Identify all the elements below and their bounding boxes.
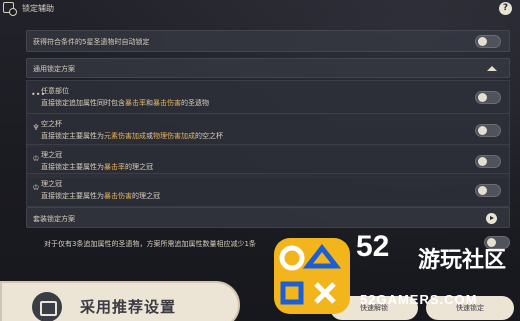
set-scheme-title: 套装锁定方案 — [33, 215, 75, 223]
scheme-toggle[interactable] — [475, 155, 501, 168]
scheme-toggle[interactable] — [475, 184, 501, 197]
watermark-site: 52GAMERS.COM — [360, 292, 478, 307]
circlet-icon: ♔ — [32, 183, 40, 192]
watermark-number: 52 — [356, 230, 390, 263]
header-bar: 锁定辅助 ? — [0, 0, 520, 16]
help-button[interactable]: ? — [499, 2, 512, 15]
watermark-brand: 游玩社区 — [418, 248, 507, 273]
scheme-title: 理之冠 — [41, 151, 62, 159]
dots-icon: ••• — [31, 90, 46, 99]
scheme-desc: 直接锁定主要属性为暴击伤害的理之冠 — [41, 192, 160, 200]
arrow-right-icon[interactable] — [486, 213, 497, 224]
scheme-desc: 直接锁定主要属性为元素伤害加成或物理伤害加成的空之杯 — [41, 132, 223, 140]
goblet-icon: ♆ — [32, 123, 40, 132]
toggle-knob — [478, 93, 487, 102]
auto-lock-row[interactable]: 获得符合条件的5星圣遗物时自动锁定 — [26, 30, 510, 52]
scheme-title: 空之杯 — [41, 120, 62, 128]
settings-icon — [32, 292, 62, 321]
scheme-toggle[interactable] — [475, 91, 501, 104]
toggle-knob — [478, 186, 487, 195]
watermark: 52 游玩社区 52GAMERS.COM — [270, 230, 520, 321]
scheme-row-any: ••• 任意部位 直接锁定追加属性同时包含暴击率和暴击伤害的圣遗物 — [26, 80, 510, 114]
scheme-title: 任意部位 — [41, 87, 69, 95]
auto-lock-label: 获得符合条件的5星圣遗物时自动锁定 — [33, 38, 150, 46]
general-scheme-header[interactable]: 通用锁定方案 — [26, 58, 510, 78]
note-text: 对于仅有3条追加属性的圣遗物，方案所需追加属性数量相应减少1条 — [44, 240, 256, 248]
page-title: 锁定辅助 — [22, 4, 54, 13]
recommend-settings-label: 采用推荐设置 — [80, 298, 177, 316]
scheme-title: 理之冠 — [41, 180, 62, 188]
toggle-knob — [478, 37, 487, 46]
watermark-logo-icon — [274, 238, 350, 314]
set-scheme-row[interactable]: 套装锁定方案 — [26, 207, 510, 228]
circlet-icon: ♔ — [32, 154, 40, 163]
scheme-desc: 直接锁定主要属性为暴击率的理之冠 — [41, 163, 153, 171]
scheme-row-goblet: ♆ 空之杯 直接锁定主要属性为元素伤害加成或物理伤害加成的空之杯 — [26, 113, 510, 147]
scheme-row-circlet-crit-dmg: ♔ 理之冠 直接锁定主要属性为暴击伤害的理之冠 — [26, 173, 510, 207]
general-scheme-title: 通用锁定方案 — [33, 65, 75, 73]
recommend-settings-button[interactable]: 采用推荐设置 — [0, 281, 240, 321]
lock-assist-icon — [3, 2, 17, 16]
auto-lock-toggle[interactable] — [475, 35, 501, 48]
chevron-up-icon[interactable] — [487, 66, 497, 71]
scheme-desc: 直接锁定追加属性同时包含暴击率和暴击伤害的圣遗物 — [41, 99, 209, 107]
scheme-toggle[interactable] — [475, 124, 501, 137]
toggle-knob — [478, 157, 487, 166]
toggle-knob — [478, 126, 487, 135]
